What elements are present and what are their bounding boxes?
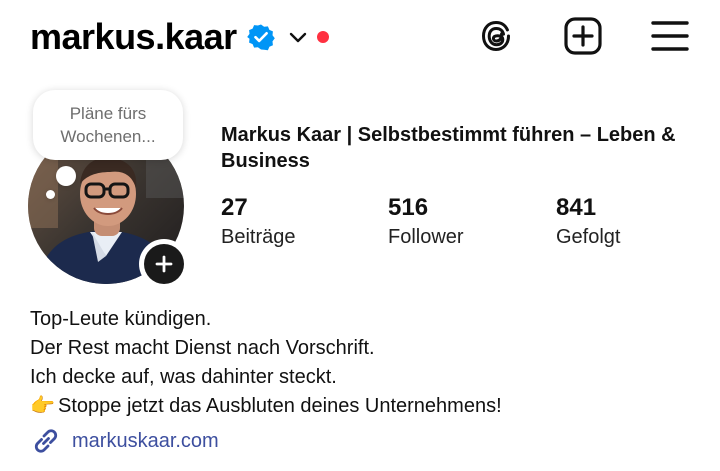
followers-count-value: 516 xyxy=(388,194,429,221)
posts-count-label: Beiträge xyxy=(221,226,296,248)
note-text: Pläne fürs Wochenen... xyxy=(60,104,156,146)
posts-count[interactable]: 27 Beiträge xyxy=(221,194,296,251)
bio-line: Der Rest macht Dienst nach Vorschrift. xyxy=(30,337,375,359)
add-story-button[interactable] xyxy=(139,239,189,289)
note-bubble-tail xyxy=(56,166,76,186)
profile-website-link[interactable]: markuskaar.com xyxy=(30,424,219,458)
followers-count-label: Follower xyxy=(388,226,464,248)
menu-icon[interactable] xyxy=(650,16,690,56)
profile-header: markus.kaar xyxy=(30,14,329,60)
threads-icon[interactable] xyxy=(476,16,516,56)
username[interactable]: markus.kaar xyxy=(30,16,237,58)
website-link-text[interactable]: markuskaar.com xyxy=(72,430,219,453)
bio-line-text: Stoppe jetzt das Ausbluten deines Untern… xyxy=(58,395,502,417)
plus-icon xyxy=(144,244,184,284)
posts-count-value: 27 xyxy=(221,194,248,221)
followers-count[interactable]: 516 Follower xyxy=(388,194,464,251)
create-post-icon[interactable] xyxy=(563,16,603,56)
following-count-label: Gefolgt xyxy=(556,226,621,248)
chevron-down-icon[interactable] xyxy=(287,26,309,48)
notification-dot xyxy=(316,31,329,43)
pointing-hand-emoji: 👉 xyxy=(30,395,55,417)
profile-full-name: Markus Kaar | Selbstbestimmt führen – Le… xyxy=(221,124,676,172)
bio-line: 👉 Stoppe jetzt das Ausbluten deines Unter… xyxy=(30,392,710,421)
following-count-value: 841 xyxy=(556,194,597,221)
bio-line: Ich decke auf, was dahinter steckt. xyxy=(30,366,337,388)
profile-note-bubble[interactable]: Pläne fürs Wochenen... xyxy=(33,90,183,160)
profile-bio: Top-Leute kündigen. Der Rest macht Diens… xyxy=(30,305,710,421)
note-bubble-tail-small xyxy=(46,190,55,199)
link-icon xyxy=(30,425,62,457)
following-count[interactable]: 841 Gefolgt xyxy=(556,194,620,251)
verified-badge-icon xyxy=(246,23,275,51)
bio-line: Top-Leute kündigen. xyxy=(30,308,212,330)
